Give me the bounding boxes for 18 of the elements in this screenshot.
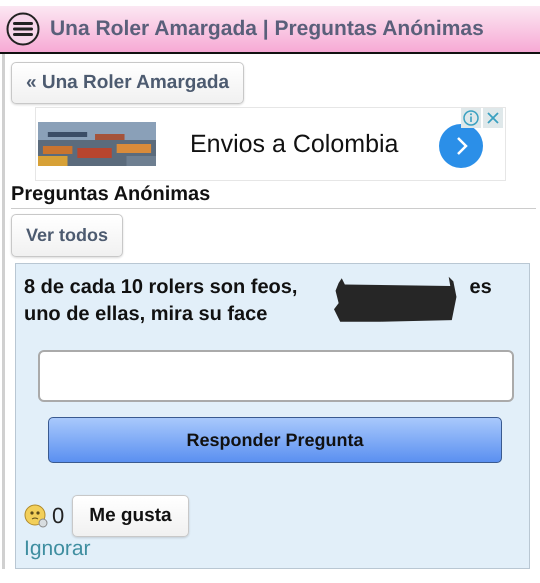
emoji-face-icon xyxy=(24,504,48,528)
question-text: 8 de cada 10 rolers son feos, xyxy=(24,275,298,300)
back-button[interactable]: « Una Roler Amargada xyxy=(11,62,244,104)
view-all-button[interactable]: Ver todos xyxy=(11,214,124,257)
menu-icon[interactable] xyxy=(6,12,40,46)
question-text: es xyxy=(469,275,492,300)
arrow-button[interactable] xyxy=(439,124,483,168)
ad-banner[interactable]: Envios a Colombia xyxy=(35,107,506,181)
info-icon[interactable] xyxy=(461,108,481,128)
ad-text: Envios a Colombia xyxy=(190,130,400,158)
answer-button[interactable]: Responder Pregunta xyxy=(48,417,502,463)
section-title: Preguntas Anónimas xyxy=(11,183,536,209)
close-icon[interactable] xyxy=(483,108,503,128)
answer-field[interactable] xyxy=(38,350,514,402)
question-text: uno de ellas, mira su face xyxy=(24,302,268,327)
like-button[interactable]: Me gusta xyxy=(72,495,189,537)
page-title: Una Roler Amargada | Preguntas Anónimas xyxy=(50,17,484,41)
like-count: 0 xyxy=(52,503,64,529)
